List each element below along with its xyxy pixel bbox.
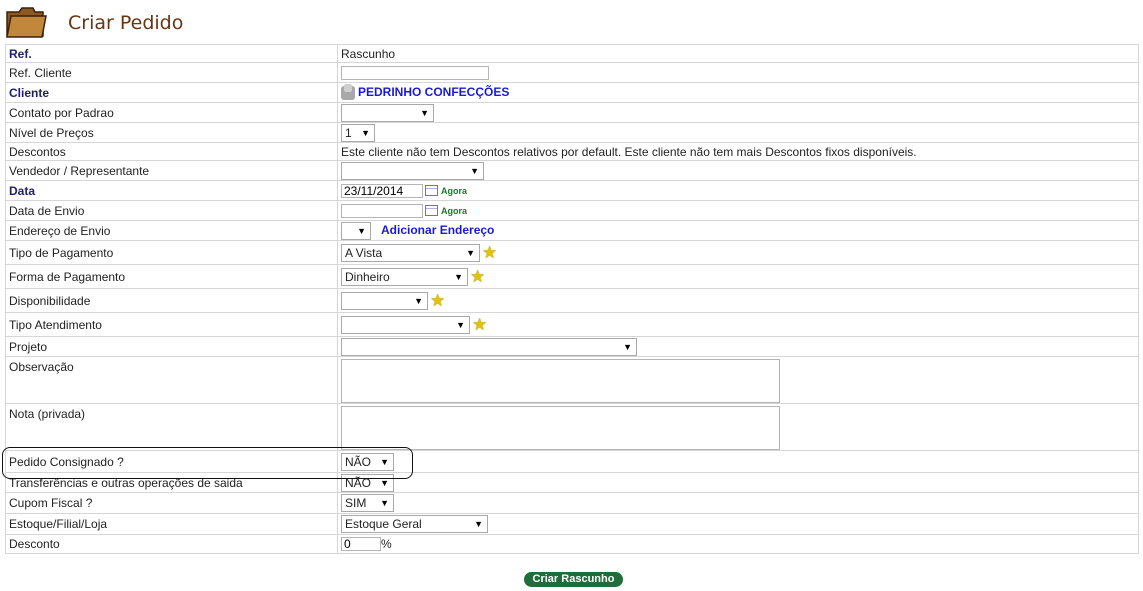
ref-cliente-input[interactable]	[341, 65, 489, 80]
disponibilidade-select[interactable]: ▼	[341, 291, 428, 310]
nivel-precos-label: Nível de Preços	[5, 122, 338, 143]
star-icon[interactable]: ★	[430, 291, 445, 310]
company-icon	[341, 83, 355, 100]
contato-label: Contato por Padrao	[5, 102, 338, 123]
desconto-unit: %	[381, 536, 392, 551]
observacao-label: Observação	[5, 356, 338, 404]
row-pedido-consignado: Pedido Consignado ? NÃO ▼	[5, 450, 1139, 473]
endereco-envio-label: Endereço de Envio	[5, 220, 338, 241]
data-envio-now-link[interactable]: Agora	[441, 206, 467, 216]
row-data: Data Agora	[5, 180, 1139, 201]
dropdown-arrow-icon: ▼	[623, 341, 632, 352]
row-endereco-envio: Endereço de Envio ▼ Adicionar Endereço	[5, 220, 1139, 241]
vendedor-select[interactable]: ▼	[341, 161, 484, 180]
ref-label: Ref.	[5, 44, 338, 63]
pedido-consignado-label: Pedido Consignado ?	[5, 450, 338, 473]
cupom-fiscal-select[interactable]: SIM ▼	[341, 494, 394, 512]
row-tipo-atendimento: Tipo Atendimento ▼ ★	[5, 312, 1139, 337]
desconto-input[interactable]	[341, 537, 381, 552]
data-envio-label: Data de Envio	[5, 200, 338, 221]
calendar-icon[interactable]	[425, 185, 438, 197]
projeto-select[interactable]: ▼	[341, 337, 637, 356]
disponibilidade-label: Disponibilidade	[5, 288, 338, 313]
tipo-pagamento-label: Tipo de Pagamento	[5, 240, 338, 265]
dropdown-arrow-icon: ▼	[420, 107, 429, 118]
ref-value: Rascunho	[337, 44, 1139, 63]
dropdown-arrow-icon: ▼	[380, 498, 389, 508]
calendar-icon[interactable]	[425, 205, 438, 217]
data-label: Data	[5, 180, 338, 201]
row-projeto: Projeto ▼	[5, 336, 1139, 357]
endereco-envio-select[interactable]: ▼	[341, 221, 371, 240]
row-disponibilidade: Disponibilidade ▼ ★	[5, 288, 1139, 313]
observacao-textarea[interactable]	[341, 358, 780, 403]
projeto-label: Projeto	[5, 336, 338, 357]
order-form: Ref. Rascunho Ref. Cliente Cliente PEDRI…	[5, 44, 1139, 554]
criar-rascunho-button[interactable]: Criar Rascunho	[524, 572, 623, 587]
contato-select[interactable]: ▼	[341, 103, 434, 122]
tipo-atendimento-label: Tipo Atendimento	[5, 312, 338, 337]
star-icon[interactable]: ★	[470, 267, 485, 286]
star-icon[interactable]: ★	[482, 243, 497, 262]
add-address-link[interactable]: Adicionar Endereço	[381, 223, 494, 237]
forma-pagamento-label: Forma de Pagamento	[5, 264, 338, 289]
cupom-fiscal-label: Cupom Fiscal ?	[5, 492, 338, 514]
row-desconto: Desconto %	[5, 534, 1139, 554]
descontos-label: Descontos	[5, 142, 338, 161]
ref-cliente-label: Ref. Cliente	[5, 62, 338, 83]
tipo-atendimento-select[interactable]: ▼	[341, 315, 470, 334]
row-nivel-precos: Nível de Preços 1 ▼	[5, 122, 1139, 143]
pedido-consignado-select[interactable]: NÃO ▼	[341, 452, 394, 471]
row-data-envio: Data de Envio Agora	[5, 200, 1139, 221]
data-input[interactable]	[341, 183, 423, 198]
dropdown-arrow-icon: ▼	[466, 247, 475, 258]
dropdown-arrow-icon: ▼	[470, 165, 479, 176]
dropdown-arrow-icon: ▼	[454, 271, 463, 282]
dropdown-arrow-icon: ▼	[357, 225, 366, 236]
cliente-label: Cliente	[5, 82, 338, 103]
dropdown-arrow-icon: ▼	[380, 456, 389, 467]
folder-icon	[6, 7, 47, 38]
desconto-label: Desconto	[5, 534, 338, 554]
row-estoque: Estoque/Filial/Loja Estoque Geral ▼	[5, 513, 1139, 535]
cliente-link[interactable]: PEDRINHO CONFECÇÕES	[358, 85, 509, 99]
page-header: Criar Pedido	[5, 4, 605, 40]
row-observacao: Observação	[5, 356, 1139, 404]
row-transferencias: Transferências e outras operações de sai…	[5, 472, 1139, 493]
dropdown-arrow-icon: ▼	[380, 477, 389, 488]
page-title: Criar Pedido	[68, 12, 184, 34]
row-cliente: Cliente PEDRINHO CONFECÇÕES	[5, 82, 1139, 103]
dropdown-arrow-icon: ▼	[474, 519, 483, 529]
row-ref: Ref. Rascunho	[5, 44, 1139, 63]
dropdown-arrow-icon: ▼	[361, 127, 370, 138]
row-descontos: Descontos Este cliente não tem Descontos…	[5, 142, 1139, 161]
row-forma-pagamento: Forma de Pagamento Dinheiro ▼ ★	[5, 264, 1139, 289]
dropdown-arrow-icon: ▼	[456, 319, 465, 330]
row-tipo-pagamento: Tipo de Pagamento A Vista ▼ ★	[5, 240, 1139, 265]
row-vendedor: Vendedor / Representante ▼	[5, 160, 1139, 181]
transferencias-label: Transferências e outras operações de sai…	[5, 472, 338, 493]
nota-privada-textarea[interactable]	[341, 405, 780, 450]
nivel-precos-select[interactable]: 1 ▼	[341, 123, 375, 142]
descontos-value: Este cliente não tem Descontos relativos…	[337, 142, 1139, 161]
data-envio-input[interactable]	[341, 203, 423, 218]
nota-privada-label: Nota (privada)	[5, 403, 338, 451]
dropdown-arrow-icon: ▼	[414, 295, 423, 306]
tipo-pagamento-select[interactable]: A Vista ▼	[341, 243, 480, 262]
estoque-label: Estoque/Filial/Loja	[5, 513, 338, 535]
data-now-link[interactable]: Agora	[441, 186, 467, 196]
row-contato: Contato por Padrao ▼	[5, 102, 1139, 123]
row-cupom-fiscal: Cupom Fiscal ? SIM ▼	[5, 492, 1139, 514]
estoque-select[interactable]: Estoque Geral ▼	[341, 515, 488, 533]
vendedor-label: Vendedor / Representante	[5, 160, 338, 181]
row-nota-privada: Nota (privada)	[5, 403, 1139, 451]
star-icon[interactable]: ★	[472, 315, 487, 334]
forma-pagamento-select[interactable]: Dinheiro ▼	[341, 267, 468, 286]
row-ref-cliente: Ref. Cliente	[5, 62, 1139, 83]
transferencias-select[interactable]: NÃO ▼	[341, 473, 394, 492]
